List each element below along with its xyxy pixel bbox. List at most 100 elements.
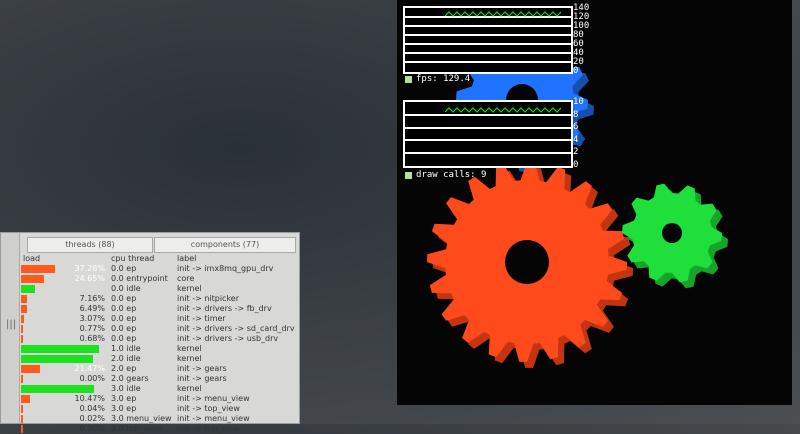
label-cell: init -> drivers -> sd_card_drv xyxy=(177,324,295,333)
green-gear xyxy=(622,183,728,289)
cpu-thread-cell: 2.0 ep xyxy=(111,364,137,373)
cpu-thread-cell: 2.0 idle xyxy=(111,354,141,363)
cpu-thread-cell: 3.0 ep xyxy=(111,394,137,403)
cpu-thread-cell: 3.0 top_view xyxy=(111,424,162,433)
cpu-thread-cell: 0.0 ep xyxy=(111,304,137,313)
column-header-cpu-thread: cpu thread xyxy=(111,254,155,263)
table-row[interactable]: 37.28% 0.0 ep init -> imx8mq_gpu_drv xyxy=(21,264,299,274)
load-cell: 0.00% xyxy=(79,424,105,433)
cpu-thread-cell: 0.0 idle xyxy=(111,284,141,293)
table-row[interactable]: 24.65% 0.0 entrypoint core xyxy=(21,274,299,284)
grip-icon[interactable]: ||| xyxy=(6,319,16,330)
label-cell: kernel xyxy=(177,384,202,393)
tab-components[interactable]: components (77) xyxy=(154,237,296,253)
table-row[interactable]: 0.77% 0.0 ep init -> drivers -> sd_card_dr… xyxy=(21,324,299,334)
label-cell: core xyxy=(177,274,195,283)
load-bar xyxy=(21,385,94,393)
table-row[interactable]: 7.16% 0.0 ep init -> nitpicker xyxy=(21,294,299,304)
red-gear xyxy=(427,162,633,368)
draw-calls-caption: draw calls: 9 xyxy=(405,170,486,180)
draw-calls-legend-swatch xyxy=(405,171,412,179)
label-cell: init -> drivers -> fb_drv xyxy=(177,304,272,313)
cpu-thread-cell: 0.0 ep xyxy=(111,264,137,273)
top-view-window: ||| threads (88) components (77) load cp… xyxy=(0,232,300,433)
table-row[interactable]: 1.0 idle kernel xyxy=(21,344,299,354)
label-cell: init -> menu_view xyxy=(177,414,250,423)
draw-calls-tick-label: 6 xyxy=(573,122,579,133)
label-cell: kernel xyxy=(177,344,202,353)
cpu-thread-cell: 0.0 entrypoint xyxy=(111,274,168,283)
table-row[interactable]: 0.68% 0.0 ep init -> drivers -> usb_drv xyxy=(21,334,299,344)
label-cell: kernel xyxy=(177,354,202,363)
load-cell: 3.07% xyxy=(79,314,105,323)
load-bar xyxy=(21,405,23,413)
load-cell: 0.68% xyxy=(79,334,105,343)
label-cell: init -> gears xyxy=(177,364,227,373)
load-cell: 0.00% xyxy=(79,374,105,383)
table-row[interactable]: 0.00% 3.0 top_view init -> top_view xyxy=(21,424,299,434)
cpu-thread-cell: 3.0 idle xyxy=(111,384,141,393)
table-row[interactable]: 10.47% 3.0 ep init -> menu_view xyxy=(21,394,299,404)
table-row[interactable]: 6.49% 0.0 ep init -> drivers -> fb_drv xyxy=(21,304,299,314)
load-cell: 21.47% xyxy=(74,364,105,373)
tab-threads[interactable]: threads (88) xyxy=(27,237,153,253)
load-bar xyxy=(21,325,23,333)
label-cell: kernel xyxy=(177,284,202,293)
load-cell: 0.77% xyxy=(79,324,105,333)
cpu-thread-cell: 3.0 menu_view xyxy=(111,414,172,423)
table-row[interactable]: 0.04% 3.0 ep init -> top_view xyxy=(21,404,299,414)
load-bar xyxy=(21,275,44,283)
fps-trace xyxy=(445,11,561,17)
load-bar xyxy=(21,315,24,323)
load-bar xyxy=(21,265,56,273)
table-row[interactable]: 3.0 idle kernel xyxy=(21,384,299,394)
label-cell: init -> imx8mq_gpu_drv xyxy=(177,264,274,273)
load-cell: 0.04% xyxy=(79,404,105,413)
table-row[interactable]: 2.0 idle kernel xyxy=(21,354,299,364)
load-bar xyxy=(21,395,31,403)
draw-calls-value: draw calls: 9 xyxy=(416,170,487,180)
cpu-thread-cell: 3.0 ep xyxy=(111,404,137,413)
fps-value: fps: 129.4 xyxy=(416,74,471,84)
window-side-handle[interactable]: ||| xyxy=(1,233,20,423)
draw-calls-tick-label: 8 xyxy=(573,109,579,120)
cpu-thread-cell: 0.0 ep xyxy=(111,294,137,303)
load-bar xyxy=(21,425,23,433)
load-bar xyxy=(21,305,27,313)
load-cell: 10.47% xyxy=(74,394,105,403)
cpu-thread-cell: 0.0 ep xyxy=(111,334,137,343)
table-row[interactable]: 0.0 idle kernel xyxy=(21,284,299,294)
fps-tick-label: 0 xyxy=(573,66,579,76)
draw-calls-tick-label: 0 xyxy=(573,160,579,170)
draw-calls-tick-label: 4 xyxy=(573,134,579,145)
load-bar xyxy=(21,375,23,383)
load-cell: 0.02% xyxy=(79,414,105,423)
load-cell: 24.65% xyxy=(74,274,105,283)
load-cell: 37.28% xyxy=(74,264,105,273)
load-bar xyxy=(21,285,35,293)
table-row[interactable]: 0.02% 3.0 menu_view init -> menu_view xyxy=(21,414,299,424)
load-bar xyxy=(21,415,23,423)
load-cell: 6.49% xyxy=(79,304,105,313)
label-cell: init -> menu_view xyxy=(177,394,250,403)
table-row[interactable]: 0.00% 2.0 gears init -> gears xyxy=(21,374,299,384)
table-row[interactable]: 3.07% 0.0 ep init -> timer xyxy=(21,314,299,324)
label-cell: init -> nitpicker xyxy=(177,294,240,303)
draw-calls-graph xyxy=(403,100,573,168)
cpu-thread-cell: 2.0 gears xyxy=(111,374,149,383)
fps-legend-swatch xyxy=(405,75,412,83)
load-bar xyxy=(21,335,23,343)
cpu-thread-cell: 1.0 idle xyxy=(111,344,141,353)
column-header-load: load xyxy=(23,254,41,263)
table-row[interactable]: 21.47% 2.0 ep init -> gears xyxy=(21,364,299,374)
load-bar xyxy=(21,345,100,353)
label-cell: init -> timer xyxy=(177,314,226,323)
load-bar xyxy=(21,295,28,303)
load-bar xyxy=(21,365,41,373)
gears-display: 140 120 100 80 60 40 20 0 fps: 129.4 10 8 6 4 2 0 dr… xyxy=(397,0,792,405)
load-bar xyxy=(21,355,93,363)
draw-calls-trace xyxy=(445,107,561,113)
column-header-label: label xyxy=(177,254,197,263)
label-cell: init -> gears xyxy=(177,374,227,383)
label-cell: init -> drivers -> usb_drv xyxy=(177,334,279,343)
